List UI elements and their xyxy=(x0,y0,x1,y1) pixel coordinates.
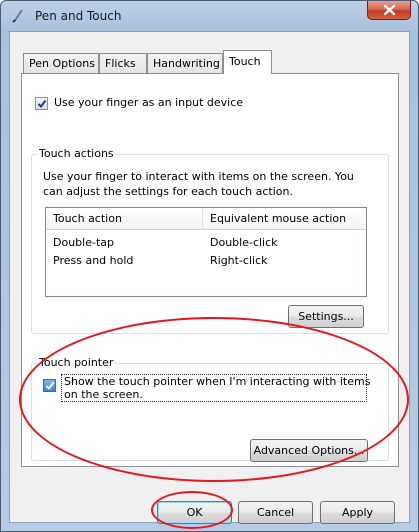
tab-pen-options[interactable]: Pen Options xyxy=(23,53,99,73)
window-title: Pen and Touch xyxy=(35,9,122,23)
pen-and-touch-window: Pen and Touch Pen Options Flicks Handwri… xyxy=(0,0,419,532)
checkmark-icon xyxy=(45,381,55,391)
advanced-options-button[interactable]: Advanced Options... xyxy=(250,439,368,462)
settings-button[interactable]: Settings... xyxy=(288,305,364,328)
touch-actions-list[interactable]: Touch action Equivalent mouse action Dou… xyxy=(45,207,367,297)
apply-button[interactable]: Apply xyxy=(320,501,395,524)
touch-actions-description-line2: can adjust the settings for each touch a… xyxy=(43,185,293,198)
tab-touch[interactable]: Touch xyxy=(223,50,272,74)
column-header-mouse-action[interactable]: Equivalent mouse action xyxy=(203,208,366,230)
use-finger-checkbox[interactable] xyxy=(35,97,48,110)
show-touch-pointer-label-line1: Show the touch pointer when I'm interact… xyxy=(64,375,371,388)
show-touch-pointer-label-line2: on the screen. xyxy=(64,388,143,401)
show-touch-pointer-label[interactable]: Show the touch pointer when I'm interact… xyxy=(61,374,371,402)
close-button[interactable] xyxy=(367,1,411,20)
tab-flicks[interactable]: Flicks xyxy=(99,53,147,73)
show-touch-pointer-checkbox[interactable] xyxy=(43,379,56,392)
title-bar[interactable]: Pen and Touch xyxy=(1,1,418,31)
row-double-tap-mouse: Double-click xyxy=(210,236,278,249)
cancel-button[interactable]: Cancel xyxy=(238,501,313,524)
tab-handwriting[interactable]: Handwriting xyxy=(147,53,223,73)
touch-pointer-legend: Touch pointer xyxy=(37,356,116,369)
close-icon xyxy=(383,4,396,16)
use-finger-label[interactable]: Use your finger as an input device xyxy=(54,96,243,109)
checkmark-icon xyxy=(37,99,47,109)
row-press-hold-action[interactable]: Press and hold xyxy=(53,252,133,269)
row-double-tap-action[interactable]: Double-tap xyxy=(53,234,114,251)
pen-icon xyxy=(11,9,25,23)
ok-button[interactable]: OK xyxy=(157,501,232,524)
row-press-hold-mouse: Right-click xyxy=(210,254,268,267)
dialog-client-area: Pen Options Flicks Handwriting Touch Use… xyxy=(9,31,410,524)
touch-actions-legend: Touch actions xyxy=(37,147,116,160)
column-header-touch-action[interactable]: Touch action xyxy=(46,208,203,230)
touch-actions-description-line1: Use your finger to interact with items o… xyxy=(43,170,354,183)
